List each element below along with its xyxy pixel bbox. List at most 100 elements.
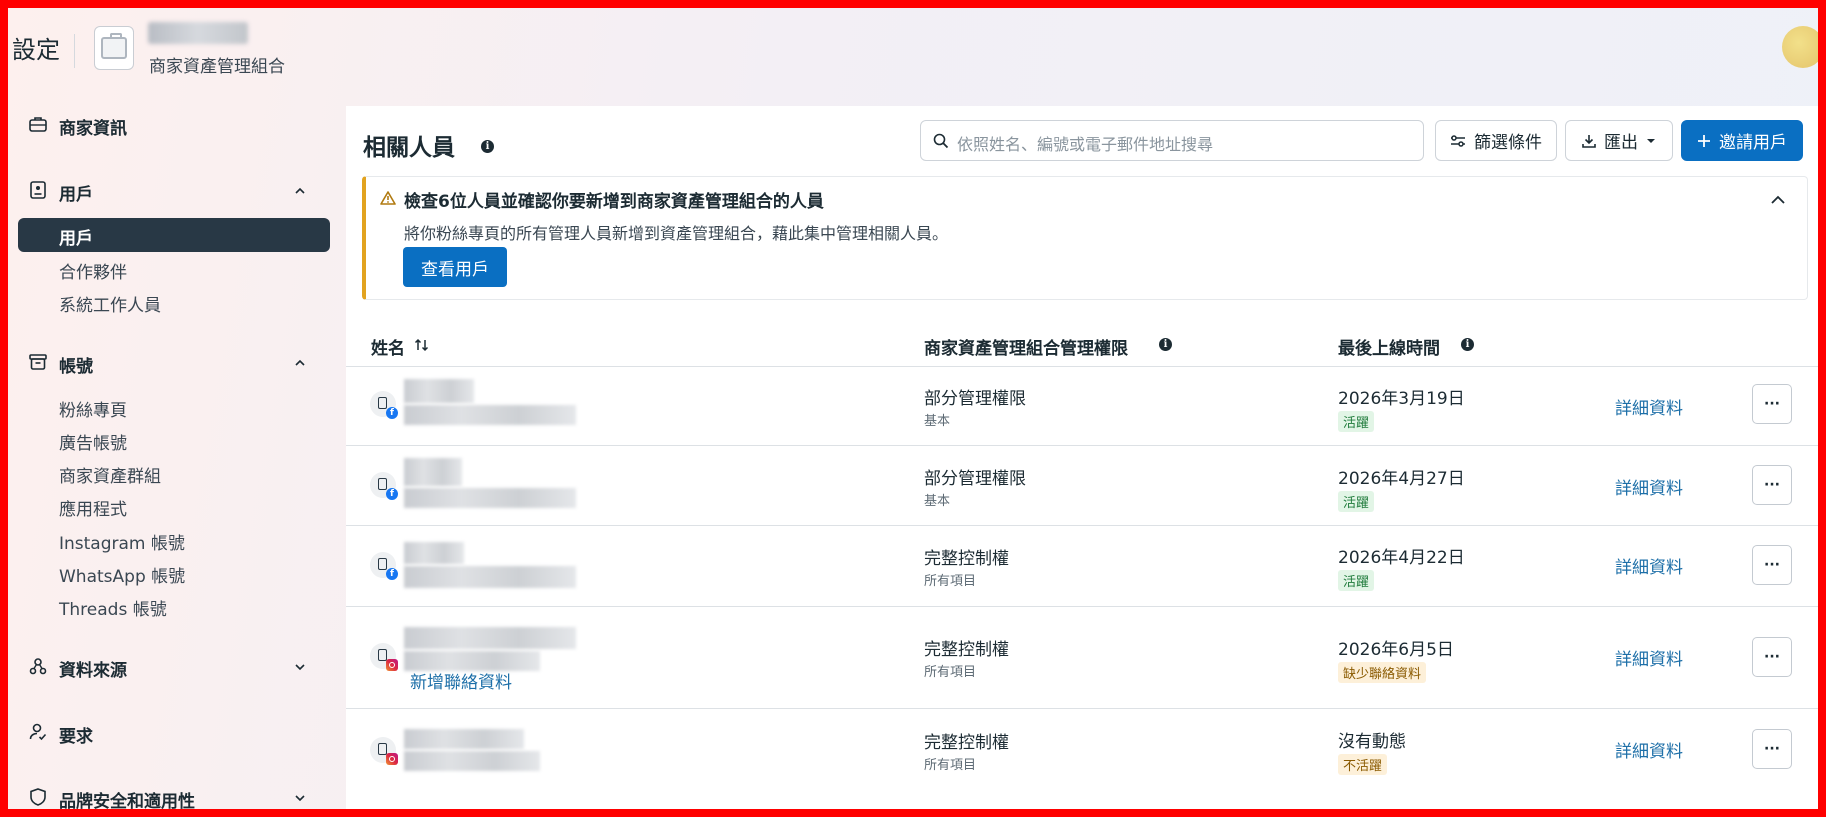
- sidebar-item-pages[interactable]: 粉絲專頁: [59, 396, 127, 421]
- facebook-icon: f: [386, 568, 398, 580]
- user-id-icon: f: [370, 391, 398, 419]
- invite-user-button[interactable]: 邀請用戶: [1681, 120, 1803, 161]
- user-id-icon: f: [370, 552, 398, 580]
- invite-label: 邀請用戶: [1719, 133, 1787, 153]
- last-active-date: 沒有動態: [1338, 732, 1406, 752]
- more-options-button[interactable]: ···: [1752, 465, 1792, 505]
- permission-level: 部分管理權限: [924, 469, 1026, 489]
- sidebar-item-asset-groups[interactable]: 商家資產群組: [59, 462, 161, 487]
- export-button[interactable]: 匯出: [1565, 120, 1673, 161]
- facebook-icon: f: [386, 407, 398, 419]
- user-name-redacted: [404, 405, 576, 425]
- sidebar-item-business-info[interactable]: 商家資訊: [59, 114, 127, 139]
- last-active-date: 2026年4月27日: [1338, 469, 1465, 489]
- sidebar-section-requests[interactable]: 要求: [59, 722, 93, 747]
- header-divider: [74, 34, 75, 68]
- download-icon: [1582, 134, 1596, 148]
- user-name-redacted: [404, 488, 576, 508]
- user-name-redacted: [404, 542, 464, 564]
- sidebar-item-partners[interactable]: 合作夥伴: [59, 258, 127, 283]
- portfolio-name-redacted: [148, 22, 248, 44]
- sidebar-item-ad-accounts[interactable]: 廣告帳號: [59, 429, 127, 454]
- data-source-icon: [28, 656, 48, 676]
- user-name-redacted: [404, 458, 462, 486]
- sidebar-section-accounts[interactable]: 帳號: [59, 352, 93, 377]
- details-link[interactable]: 詳細資料: [1615, 737, 1683, 762]
- sidebar-item-instagram[interactable]: Instagram 帳號: [59, 529, 185, 554]
- permission-scope: 基本: [924, 494, 951, 509]
- sidebar-item-label: 用戶: [59, 229, 93, 249]
- sidebar-item-users[interactable]: 用戶: [18, 218, 330, 252]
- instagram-icon: [386, 753, 398, 765]
- column-header-last-active: 最後上線時間: [1338, 339, 1440, 359]
- user-name-redacted: [404, 627, 576, 649]
- info-icon[interactable]: i: [1461, 338, 1474, 351]
- avatar[interactable]: [1782, 26, 1818, 68]
- search-input[interactable]: 依照姓名、編號或電子郵件地址搜尋: [920, 120, 1424, 161]
- sidebar-item-whatsapp[interactable]: WhatsApp 帳號: [59, 562, 185, 587]
- permission-level: 完整控制權: [924, 640, 1009, 660]
- info-icon[interactable]: i: [481, 140, 494, 153]
- details-link[interactable]: 詳細資料: [1615, 553, 1683, 578]
- sidebar-item-system-users[interactable]: 系統工作人員: [59, 291, 161, 316]
- filter-sliders-icon: [1451, 134, 1465, 147]
- sort-icon[interactable]: [414, 338, 430, 352]
- more-options-button[interactable]: ···: [1752, 637, 1792, 677]
- sidebar-section-users[interactable]: 用戶: [59, 180, 93, 205]
- view-users-button[interactable]: 查看用戶: [403, 247, 507, 287]
- status-badge: 活躍: [1338, 491, 1375, 512]
- table-row[interactable]: f 部分管理權限 基本 2026年3月19日 活躍 詳細資料 ···: [346, 367, 1818, 445]
- more-options-button[interactable]: ···: [1752, 729, 1792, 769]
- export-label: 匯出: [1604, 133, 1638, 153]
- status-badge: 活躍: [1338, 570, 1375, 591]
- permission-scope: 所有項目: [924, 574, 977, 589]
- sidebar-item-apps[interactable]: 應用程式: [59, 495, 127, 520]
- page-title: 設定: [12, 36, 60, 64]
- user-id-icon: f: [370, 472, 398, 500]
- permission-level: 完整控制權: [924, 733, 1009, 753]
- filter-button[interactable]: 篩選條件: [1435, 120, 1557, 161]
- sidebar-item-threads[interactable]: Threads 帳號: [59, 595, 167, 620]
- collapse-chevron-up-icon[interactable]: [1771, 195, 1785, 205]
- user-name-redacted: [404, 751, 540, 771]
- more-options-button[interactable]: ···: [1752, 545, 1792, 585]
- chevron-up-icon[interactable]: [295, 186, 305, 196]
- portfolio-type: 商家資產管理組合: [149, 57, 285, 77]
- table-row[interactable]: f 完整控制權 所有項目 2026年4月22日 活躍 詳細資料 ···: [346, 526, 1818, 606]
- person-check-icon: [28, 722, 48, 742]
- permission-scope: 所有項目: [924, 758, 977, 773]
- sidebar-section-brand-safety[interactable]: 品牌安全和適用性: [59, 787, 195, 809]
- status-badge: 不活躍: [1338, 754, 1388, 775]
- table-row[interactable]: f 部分管理權限 基本 2026年4月27日 活躍 詳細資料 ···: [346, 446, 1818, 526]
- sidebar-section-data-sources[interactable]: 資料來源: [59, 656, 127, 681]
- portfolio-briefcase-icon[interactable]: [94, 26, 134, 70]
- user-id-icon: [370, 643, 398, 671]
- table-row[interactable]: 完整控制權 所有項目 沒有動態 不活躍 詳細資料 ···: [346, 709, 1818, 789]
- table-row[interactable]: 新增聯絡資料 完整控制權 所有項目 2026年6月5日 缺少聯絡資料 詳細資料 …: [346, 607, 1818, 708]
- add-contact-link[interactable]: 新增聯絡資料: [410, 668, 512, 693]
- search-placeholder: 依照姓名、編號或電子郵件地址搜尋: [957, 135, 1214, 154]
- chevron-up-icon[interactable]: [295, 358, 305, 368]
- facebook-icon: f: [386, 488, 398, 500]
- info-icon[interactable]: i: [1159, 338, 1172, 351]
- chevron-down-icon[interactable]: [295, 793, 305, 803]
- user-id-icon: [370, 737, 398, 765]
- caret-down-icon: [1647, 138, 1655, 143]
- permission-scope: 基本: [924, 414, 951, 429]
- details-link[interactable]: 詳細資料: [1615, 645, 1683, 670]
- permission-level: 完整控制權: [924, 549, 1009, 569]
- briefcase-icon: [28, 114, 48, 134]
- details-link[interactable]: 詳細資料: [1615, 394, 1683, 419]
- more-options-button[interactable]: ···: [1752, 384, 1792, 424]
- permission-level: 部分管理權限: [924, 389, 1026, 409]
- column-header-name[interactable]: 姓名: [371, 334, 405, 359]
- last-active-date: 2026年6月5日: [1338, 640, 1454, 660]
- app-frame: 設定 商家資產管理組合 商家資訊 用戶 用戶 合作夥伴 系統工作人員 帳號 粉絲…: [0, 0, 1826, 817]
- user-name-redacted: [404, 729, 524, 749]
- chevron-down-icon[interactable]: [295, 662, 305, 672]
- shield-icon: [28, 787, 48, 807]
- instagram-icon: [386, 659, 398, 671]
- column-header-permission: 商家資產管理組合管理權限: [924, 339, 1128, 359]
- alert-description: 將你粉絲專頁的所有管理人員新增到資產管理組合，藉此集中管理相關人員。: [404, 224, 949, 243]
- details-link[interactable]: 詳細資料: [1615, 474, 1683, 499]
